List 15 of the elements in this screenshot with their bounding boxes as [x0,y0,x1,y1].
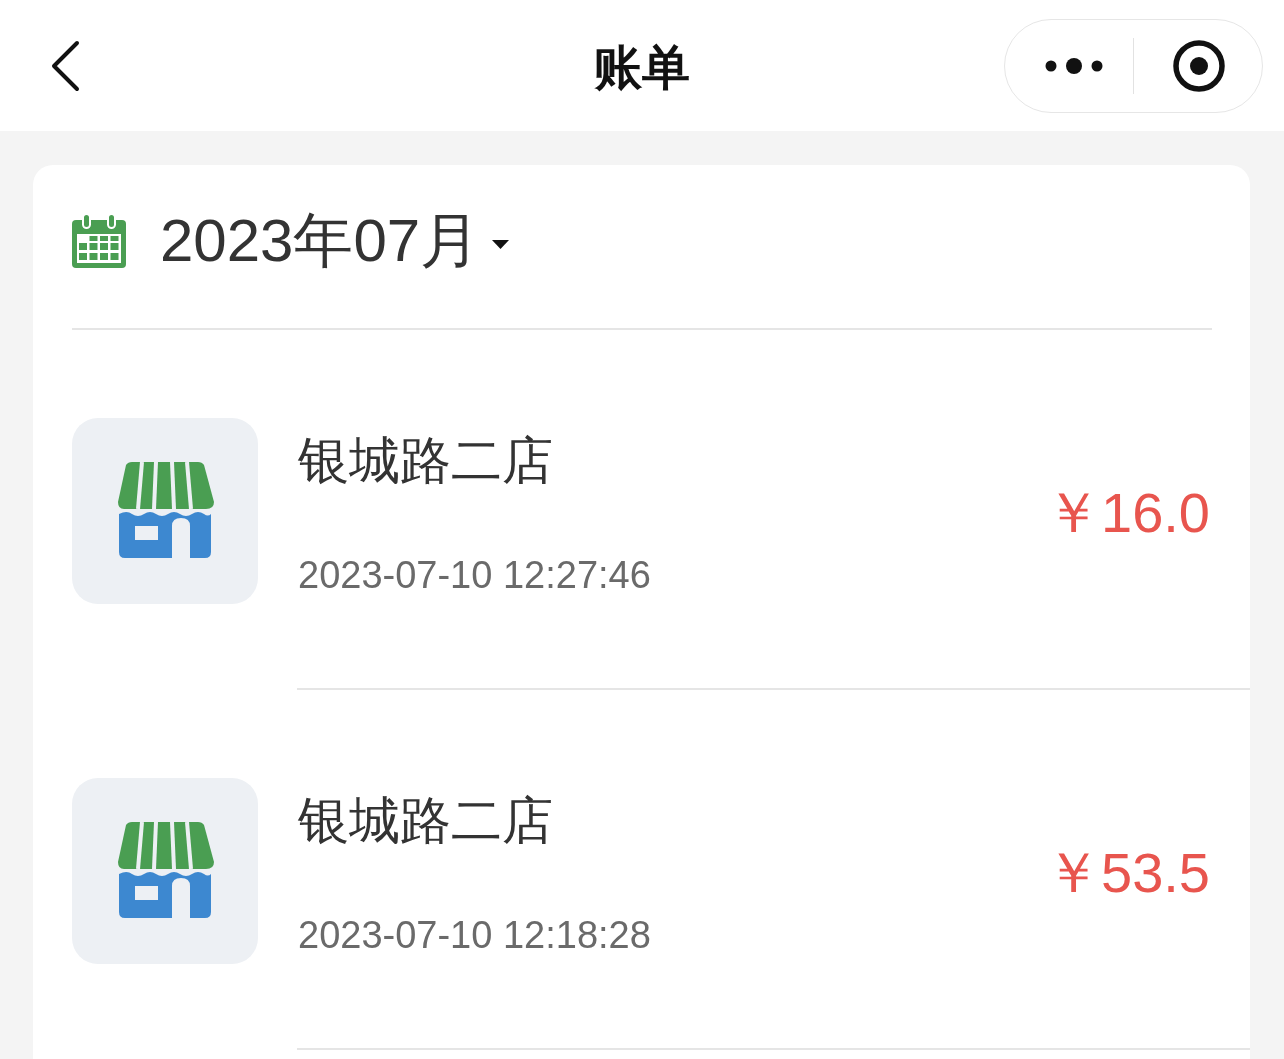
shop-icon [72,418,258,604]
back-icon[interactable] [50,39,80,92]
shop-icon [72,778,258,964]
month-picker[interactable]: 2023年07月 [160,204,510,277]
merchant-name: 银城路二店 [298,791,554,851]
caret-icon [492,240,510,249]
more-icon[interactable] [1045,57,1103,74]
circle-dot-icon[interactable] [1173,39,1225,92]
calendar-icon [72,213,126,268]
bill-time: 2023-07-10 12:18:28 [298,913,651,958]
bill-amount: ￥16.0 [1045,481,1210,545]
merchant-name: 银城路二店 [298,431,554,491]
page-title: 账单 [594,40,690,96]
bill-time: 2023-07-10 12:27:46 [298,553,651,598]
bill-amount: ￥53.5 [1045,841,1210,905]
